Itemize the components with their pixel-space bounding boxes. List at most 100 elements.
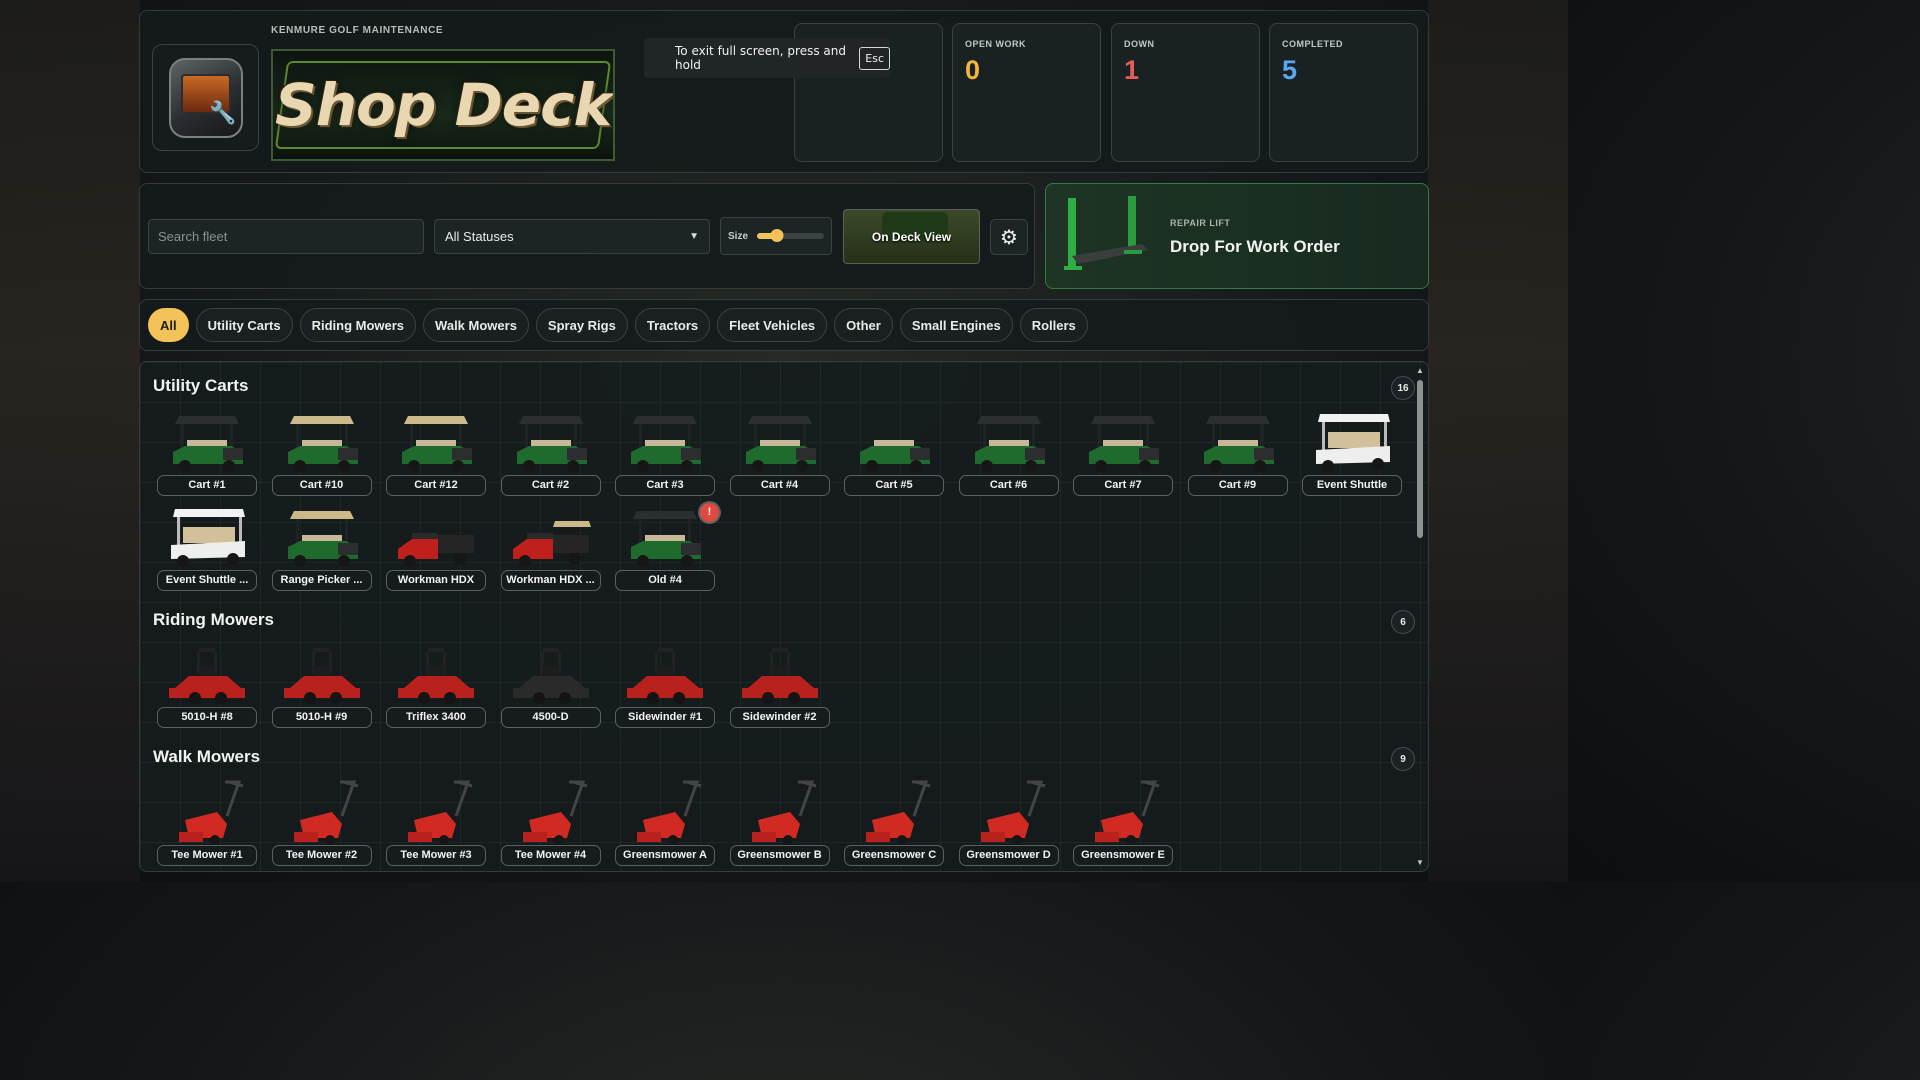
vehicle-cart-icon (623, 406, 707, 478)
fleet-tile-label: Old #4 (615, 570, 715, 591)
fleet-tile-label: Cart #6 (958, 475, 1059, 496)
fleet-tile[interactable]: Cart #6 (958, 406, 1059, 496)
category-pill-all[interactable]: All (148, 308, 189, 342)
category-pill-spray-rigs[interactable]: Spray Rigs (535, 308, 628, 342)
fleet-tile-label: Greensmower E (1073, 845, 1173, 866)
chevron-down-icon: ▼ (689, 231, 699, 242)
status-select[interactable]: All Statuses ▼ (434, 219, 710, 254)
fleet-tile[interactable]: Cart #7 (1073, 406, 1173, 496)
fleet-tile[interactable]: Greensmower C (844, 776, 944, 866)
scrollbar-thumb[interactable] (1417, 380, 1423, 538)
fleet-tile-label: Cart #9 (1187, 475, 1288, 496)
search-input[interactable] (148, 219, 424, 254)
brand-title: Shop Deck (274, 71, 612, 139)
section-title: Walk Mowers (153, 747, 261, 766)
fleet-tile-label: 5010-H #8 (157, 707, 257, 728)
status-select-value: All Statuses (445, 229, 514, 244)
repair-lift-title: Drop For Work Order (1170, 237, 1340, 256)
fleet-tile-label: 5010-H #9 (271, 707, 372, 728)
toolbox-logo-icon: 🔧 (168, 57, 243, 138)
vehicle-walk-icon (165, 776, 249, 848)
vehicle-cart-icon (280, 501, 364, 573)
fleet-tile[interactable]: Cart #1 (157, 406, 257, 496)
vehicle-workman-icon (509, 501, 593, 573)
vehicle-walk-icon (738, 776, 822, 848)
fleet-tile[interactable]: Event Shuttle (1302, 406, 1402, 496)
fleet-tile[interactable]: Cart #12 (386, 406, 486, 496)
alert-badge[interactable]: ! (700, 503, 719, 522)
fleet-tile[interactable]: Tee Mower #1 (157, 776, 257, 866)
fleet-tile[interactable]: Cart #10 (271, 406, 372, 496)
fleet-tile-label: Tee Mower #2 (271, 845, 372, 866)
fleet-tile[interactable]: 5010-H #8 (157, 638, 257, 728)
fleet-tile[interactable]: 4500-D (500, 638, 601, 728)
fleet-tile[interactable]: Sidewinder #1 (615, 638, 715, 728)
fleet-tile-label: Greensmower D (958, 845, 1059, 866)
vehicle-cart-icon (623, 501, 707, 573)
size-slider-knob[interactable] (770, 229, 784, 242)
fleet-tile-label: Range Picker ... (271, 570, 372, 591)
size-control: Size (720, 217, 832, 255)
vehicle-walk-icon (623, 776, 707, 848)
vehicle-walk-icon (509, 776, 593, 848)
category-pill-rollers[interactable]: Rollers (1019, 308, 1088, 342)
fleet-tile[interactable]: Greensmower B (729, 776, 830, 866)
fleet-tile[interactable]: Tee Mower #4 (500, 776, 601, 866)
fleet-tile-label: Tee Mower #3 (386, 845, 486, 866)
fleet-tile[interactable]: Greensmower D (958, 776, 1059, 866)
stat-card-down: DOWN 1 (1111, 23, 1260, 162)
category-pill-riding-mowers[interactable]: Riding Mowers (299, 308, 417, 342)
fleet-tile[interactable]: Tee Mower #3 (386, 776, 486, 866)
fleet-tile[interactable]: Workman HDX ... (500, 501, 601, 591)
size-label: Size (728, 230, 749, 242)
brand-banner: Shop Deck (271, 49, 615, 161)
fleet-tile[interactable]: Cart #9 (1187, 406, 1288, 496)
scroll-up-icon[interactable]: ▲ (1416, 366, 1424, 375)
fleet-tile[interactable]: Cart #2 (500, 406, 601, 496)
vehicle-shuttle-icon (1310, 406, 1394, 478)
fleet-tile[interactable]: Range Picker ... (271, 501, 372, 591)
vehicle-cart-icon (165, 406, 249, 478)
fleet-tile[interactable]: Greensmower A (615, 776, 715, 866)
scrollbar[interactable]: ▲ ▼ (1416, 366, 1424, 867)
fleet-tile-label: Workman HDX ... (500, 570, 601, 591)
repair-lift-kicker: REPAIR LIFT (1170, 218, 1231, 228)
fleet-tile[interactable]: Tee Mower #2 (271, 776, 372, 866)
fleet-tile[interactable]: Greensmower E (1073, 776, 1173, 866)
fleet-tile[interactable]: Old #4! (615, 501, 719, 591)
fleet-tile-label: Cart #1 (157, 475, 257, 496)
vehicle-rider-icon (394, 638, 478, 710)
stat-value: 0 (965, 55, 981, 85)
fleet-tile-label: Cart #3 (615, 475, 715, 496)
fleet-tile[interactable]: Sidewinder #2 (729, 638, 830, 728)
fleet-tile-label: Sidewinder #1 (615, 707, 715, 728)
category-pill-small-engines[interactable]: Small Engines (899, 308, 1013, 342)
category-pill-utility-carts[interactable]: Utility Carts (195, 308, 293, 342)
stat-value: 1 (1124, 55, 1140, 85)
fleet-tile[interactable]: Cart #3 (615, 406, 715, 496)
fleet-section-utility-carts: Utility Carts 16 (153, 376, 1415, 400)
on-deck-view-button[interactable]: On Deck View (843, 209, 980, 264)
fleet-tile[interactable]: Cart #4 (729, 406, 830, 496)
repair-lift-dropzone[interactable]: REPAIR LIFT Drop For Work Order (1045, 183, 1429, 289)
settings-button[interactable]: ⚙ (990, 219, 1028, 255)
fleet-tile[interactable]: 5010-H #9 (271, 638, 372, 728)
size-slider[interactable] (757, 229, 824, 242)
category-pill-walk-mowers[interactable]: Walk Mowers (423, 308, 529, 342)
vehicle-workman-icon (394, 501, 478, 573)
vehicle-cart-icon (509, 406, 593, 478)
category-filter-bar: All Utility Carts Riding Mowers Walk Mowers… (139, 299, 1429, 351)
category-pill-other[interactable]: Other (834, 308, 893, 342)
vehicle-walk-icon (967, 776, 1051, 848)
vehicle-walk-icon (852, 776, 936, 848)
fleet-tile[interactable]: Workman HDX (386, 501, 486, 591)
fleet-tile[interactable]: Triflex 3400 (386, 638, 486, 728)
scroll-down-icon[interactable]: ▼ (1416, 858, 1424, 867)
shop-background-right (1428, 0, 1568, 882)
category-pill-tractors[interactable]: Tractors (634, 308, 711, 342)
fleet-tile-label: Greensmower A (615, 845, 715, 866)
category-pill-fleet-vehicles[interactable]: Fleet Vehicles (717, 308, 828, 342)
fleet-tile-label: Cart #10 (271, 475, 372, 496)
fleet-tile[interactable]: Cart #5 (844, 406, 944, 496)
fleet-tile[interactable]: Event Shuttle ... (157, 501, 257, 591)
